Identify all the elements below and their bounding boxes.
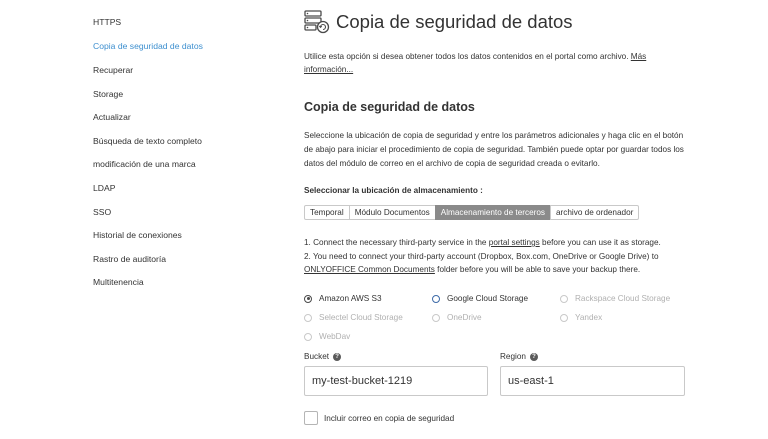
storage-tabs: Temporal Módulo Documentos Almacenamient… — [304, 205, 640, 220]
sidebar-item-backup[interactable]: Copia de seguridad de datos — [93, 41, 203, 51]
include-mail-label: Incluir correo en copia de seguridad — [324, 413, 455, 423]
radio-circle — [432, 294, 440, 303]
radio-circle — [560, 313, 568, 322]
third-party-notes: 1. Connect the necessary third-party ser… — [304, 236, 684, 277]
radio-yandex: Yandex — [560, 313, 602, 322]
section-title: Copia de seguridad de datos — [304, 100, 475, 114]
note-line-2: 2. You need to connect your third-party … — [304, 250, 684, 277]
radio-circle — [432, 313, 440, 322]
page-header: Copia de seguridad de datos — [304, 10, 573, 34]
radio-label: Amazon AWS S3 — [319, 294, 382, 303]
note-1-text: 1. Connect the necessary third-party ser… — [304, 238, 489, 247]
sidebar-item-audit-trail[interactable]: Rastro de auditoría — [93, 254, 166, 264]
portal-settings-link[interactable]: portal settings — [489, 238, 540, 247]
sidebar-item-restore[interactable]: Recuperar — [93, 65, 133, 75]
radio-google-cloud-storage[interactable]: Google Cloud Storage — [432, 294, 528, 303]
radio-selectel: Selectel Cloud Storage — [304, 313, 403, 322]
tab-documents-module[interactable]: Módulo Documentos — [348, 205, 436, 220]
radio-rackspace: Rackspace Cloud Storage — [560, 294, 670, 303]
settings-sidebar: HTTPS Copia de seguridad de datos Recupe… — [0, 0, 270, 439]
radio-webdav: WebDav — [304, 332, 350, 341]
sidebar-item-login-history[interactable]: Historial de conexiones — [93, 230, 182, 240]
tab-temporary[interactable]: Temporal — [304, 205, 350, 220]
page-title: Copia de seguridad de datos — [336, 11, 573, 32]
note-2-suffix: folder before you will be able to save y… — [434, 265, 641, 274]
intro-text: Utilice esta opción si desea obtener tod… — [304, 50, 674, 76]
radio-label: OneDrive — [447, 313, 482, 322]
radio-label: Selectel Cloud Storage — [319, 313, 403, 322]
sidebar-item-ldap[interactable]: LDAP — [93, 183, 115, 193]
common-documents-link[interactable]: ONLYOFFICE Common Documents — [304, 265, 435, 274]
help-icon[interactable]: ? — [333, 352, 342, 361]
radio-amazon-s3[interactable]: Amazon AWS S3 — [304, 294, 382, 303]
radio-label: Google Cloud Storage — [447, 294, 529, 303]
note-2-text: 2. You need to connect your third-party … — [304, 251, 659, 261]
region-label: Region ? — [500, 352, 538, 361]
radio-label: Yandex — [575, 313, 603, 322]
radio-label: WebDav — [319, 332, 351, 341]
sidebar-item-multitenancy[interactable]: Multitenencia — [93, 277, 144, 287]
note-1-suffix: before you can use it as storage. — [539, 238, 661, 247]
storage-location-label: Seleccionar la ubicación de almacenamien… — [304, 186, 483, 195]
sidebar-item-fulltext-search[interactable]: Búsqueda de texto completo — [93, 136, 202, 146]
radio-circle — [304, 332, 312, 341]
include-mail-checkbox-row[interactable]: Incluir correo en copia de seguridad — [304, 411, 454, 425]
tab-third-party-storage[interactable]: Almacenamiento de terceros — [434, 205, 551, 220]
bucket-label-text: Bucket — [304, 352, 330, 361]
include-mail-checkbox[interactable] — [304, 411, 318, 425]
bucket-label: Bucket ? — [304, 352, 342, 361]
region-label-text: Region — [500, 352, 526, 361]
sidebar-item-sso[interactable]: SSO — [93, 207, 111, 217]
section-description: Seleccione la ubicación de copia de segu… — [304, 131, 684, 168]
radio-circle — [304, 313, 312, 322]
main-content: Copia de seguridad de datos Utilice esta… — [304, 0, 764, 439]
tab-computer-file[interactable]: archivo de ordenador — [550, 205, 640, 220]
intro-description: Utilice esta opción si desea obtener tod… — [304, 52, 631, 61]
radio-circle — [560, 294, 568, 303]
backup-icon — [304, 10, 330, 34]
note-line-1: 1. Connect the necessary third-party ser… — [304, 236, 684, 250]
region-input[interactable]: us-east-1 — [500, 366, 685, 396]
sidebar-item-branding[interactable]: modificación de una marca — [93, 159, 196, 169]
bucket-input[interactable]: my-test-bucket-1219 — [304, 366, 488, 396]
sidebar-item-https[interactable]: HTTPS — [93, 17, 121, 27]
radio-onedrive: OneDrive — [432, 313, 482, 322]
radio-circle — [304, 294, 312, 303]
radio-label: Rackspace Cloud Storage — [575, 294, 671, 303]
help-icon[interactable]: ? — [529, 352, 538, 361]
sidebar-item-storage[interactable]: Storage — [93, 89, 123, 99]
sidebar-item-update[interactable]: Actualizar — [93, 112, 131, 122]
